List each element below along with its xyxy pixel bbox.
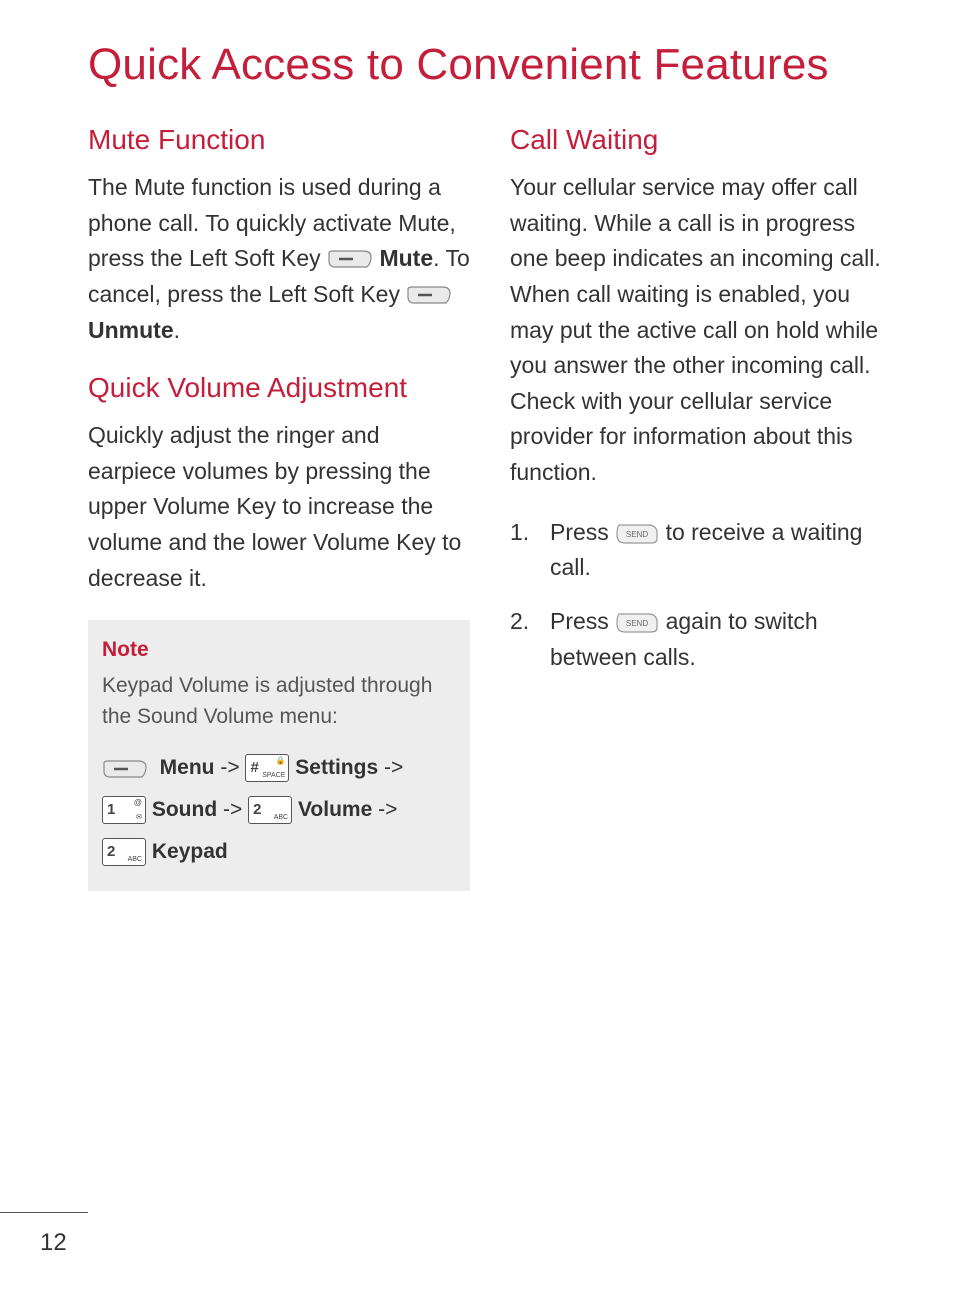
sound-label: Sound <box>152 798 217 821</box>
svg-text:SEND: SEND <box>626 619 648 628</box>
send-key-icon: SEND <box>615 610 659 636</box>
svg-text:SEND: SEND <box>626 530 648 539</box>
mute-body: The Mute function is used during a phone… <box>88 170 470 348</box>
arrow: -> <box>378 756 403 779</box>
mute-label: Mute <box>379 245 433 271</box>
key-main: 2 <box>253 797 263 823</box>
call-waiting-steps: Press SEND to receive a waiting call. Pr… <box>510 515 892 676</box>
left-softkey-icon <box>327 248 373 272</box>
step-1: Press SEND to receive a waiting call. <box>510 515 892 586</box>
left-column: Mute Function The Mute function is used … <box>88 124 470 891</box>
key-main: # <box>250 755 260 781</box>
settings-label: Settings <box>295 756 378 779</box>
left-softkey-icon <box>102 756 148 780</box>
volume-body: Quickly adjust the ringer and earpiece v… <box>88 418 470 596</box>
menu-label: Menu <box>160 756 215 779</box>
call-waiting-heading: Call Waiting <box>510 124 892 156</box>
manual-page: Quick Access to Convenient Features Mute… <box>0 0 954 1291</box>
key-sub: ABC <box>128 856 142 863</box>
step-2a: Press <box>550 608 615 634</box>
unmute-label: Unmute <box>88 317 174 343</box>
keypad-label: Keypad <box>152 840 228 863</box>
key-sub2: ✉ <box>136 814 142 821</box>
page-rule <box>0 1212 88 1213</box>
page-title: Quick Access to Convenient Features <box>88 40 892 90</box>
arrow: -> <box>217 798 248 821</box>
content-columns: Mute Function The Mute function is used … <box>88 124 892 891</box>
arrow: -> <box>372 798 397 821</box>
key-sub2: SPACE <box>262 772 285 779</box>
note-box: Note Keypad Volume is adjusted through t… <box>88 620 470 891</box>
volume-label: Volume <box>298 798 372 821</box>
right-column: Call Waiting Your cellular service may o… <box>510 124 892 891</box>
note-sequence: Menu -> # 🔒 SPACE Settings -> 1 @ ✉ Sound ->… <box>102 747 456 873</box>
volume-heading: Quick Volume Adjustment <box>88 372 470 404</box>
step-1a: Press <box>550 519 615 545</box>
key-sub: 🔒 <box>275 757 285 765</box>
two-key-icon: 2 ABC <box>102 838 146 866</box>
key-main: 1 <box>107 797 117 823</box>
key-main: 2 <box>107 839 117 865</box>
call-waiting-body: Your cellular service may offer call wai… <box>510 170 892 491</box>
note-body: Keypad Volume is adjusted through the So… <box>102 670 456 733</box>
two-key-icon: 2 ABC <box>248 796 292 824</box>
step-2: Press SEND again to switch between calls… <box>510 604 892 675</box>
key-sub: @ <box>134 799 142 807</box>
send-key-icon: SEND <box>615 521 659 547</box>
arrow: -> <box>215 756 246 779</box>
mute-text-3: . <box>174 317 180 343</box>
page-number: 12 <box>40 1229 67 1257</box>
mute-heading: Mute Function <box>88 124 470 156</box>
note-label: Note <box>102 634 456 666</box>
one-key-icon: 1 @ ✉ <box>102 796 146 824</box>
left-softkey-icon <box>406 284 452 308</box>
key-sub: ABC <box>274 814 288 821</box>
hash-key-icon: # 🔒 SPACE <box>245 754 289 782</box>
